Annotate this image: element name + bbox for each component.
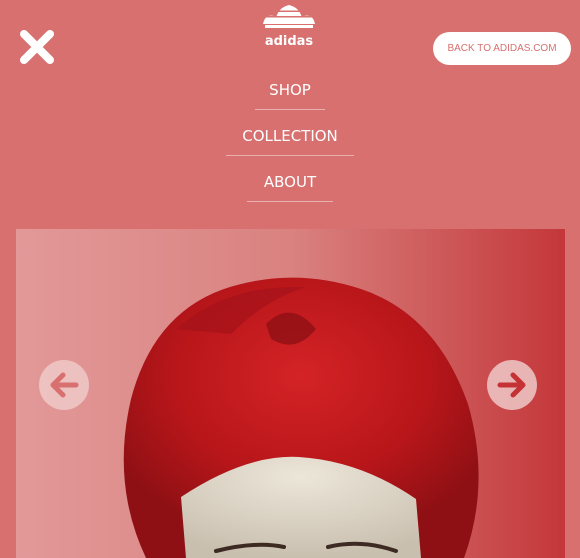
nav-item-shop[interactable]: SHOP: [0, 76, 580, 104]
carousel-image: [16, 229, 565, 558]
close-button[interactable]: [19, 29, 55, 65]
logo-wordmark: adidas: [264, 34, 314, 49]
nav-divider: [226, 155, 354, 156]
main-nav: SHOP COLLECTION ABOUT: [0, 76, 580, 214]
nav-item-collection[interactable]: COLLECTION: [0, 122, 580, 150]
hero-photo: [16, 229, 565, 558]
adidas-logo[interactable]: adidas: [262, 3, 316, 53]
nav-divider: [247, 201, 333, 202]
close-icon: [20, 30, 54, 64]
carousel-prev-button[interactable]: [39, 360, 89, 410]
nav-item-about[interactable]: ABOUT: [0, 168, 580, 196]
arrow-right-icon: [487, 360, 537, 410]
nav-divider: [255, 109, 325, 110]
trefoil-icon: [263, 5, 315, 28]
back-to-adidas-button[interactable]: BACK TO ADIDAS.COM: [433, 32, 571, 65]
carousel-next-button[interactable]: [487, 360, 537, 410]
arrow-left-icon: [39, 360, 89, 410]
